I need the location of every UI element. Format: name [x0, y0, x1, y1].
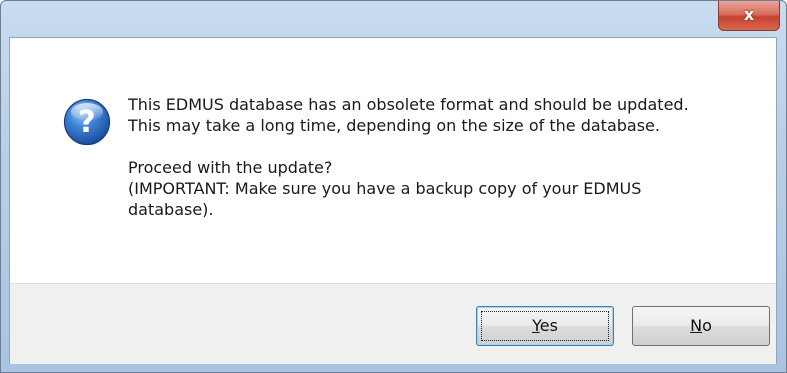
no-button-accelerator: N — [690, 316, 703, 335]
yes-button[interactable]: Yes — [476, 306, 614, 346]
no-button[interactable]: No — [632, 306, 770, 346]
message-line-4: (IMPORTANT: Make sure you have a backup … — [128, 179, 642, 198]
question-mark: ? — [78, 105, 95, 140]
button-bar: Yes No — [10, 283, 776, 364]
question-icon: ? — [63, 98, 111, 146]
dialog-body: ? This EDMUS database has an obsolete fo… — [9, 37, 777, 364]
dialog-window: x ? This EDMUS database has an obsolete … — [0, 0, 787, 373]
message-line-1: This EDMUS database has an obsolete form… — [128, 95, 689, 114]
close-button[interactable]: x — [718, 1, 780, 31]
title-bar[interactable]: x — [1, 1, 786, 37]
close-icon: x — [743, 5, 755, 24]
message-area: ? This EDMUS database has an obsolete fo… — [10, 38, 776, 283]
focus-rectangle — [481, 311, 609, 341]
message-line-5: database). — [128, 200, 214, 219]
no-button-label: o — [702, 316, 712, 335]
message-text: This EDMUS database has an obsolete form… — [128, 94, 748, 220]
message-line-2: This may take a long time, depending on … — [128, 116, 660, 135]
message-line-3: Proceed with the update? — [128, 158, 333, 177]
